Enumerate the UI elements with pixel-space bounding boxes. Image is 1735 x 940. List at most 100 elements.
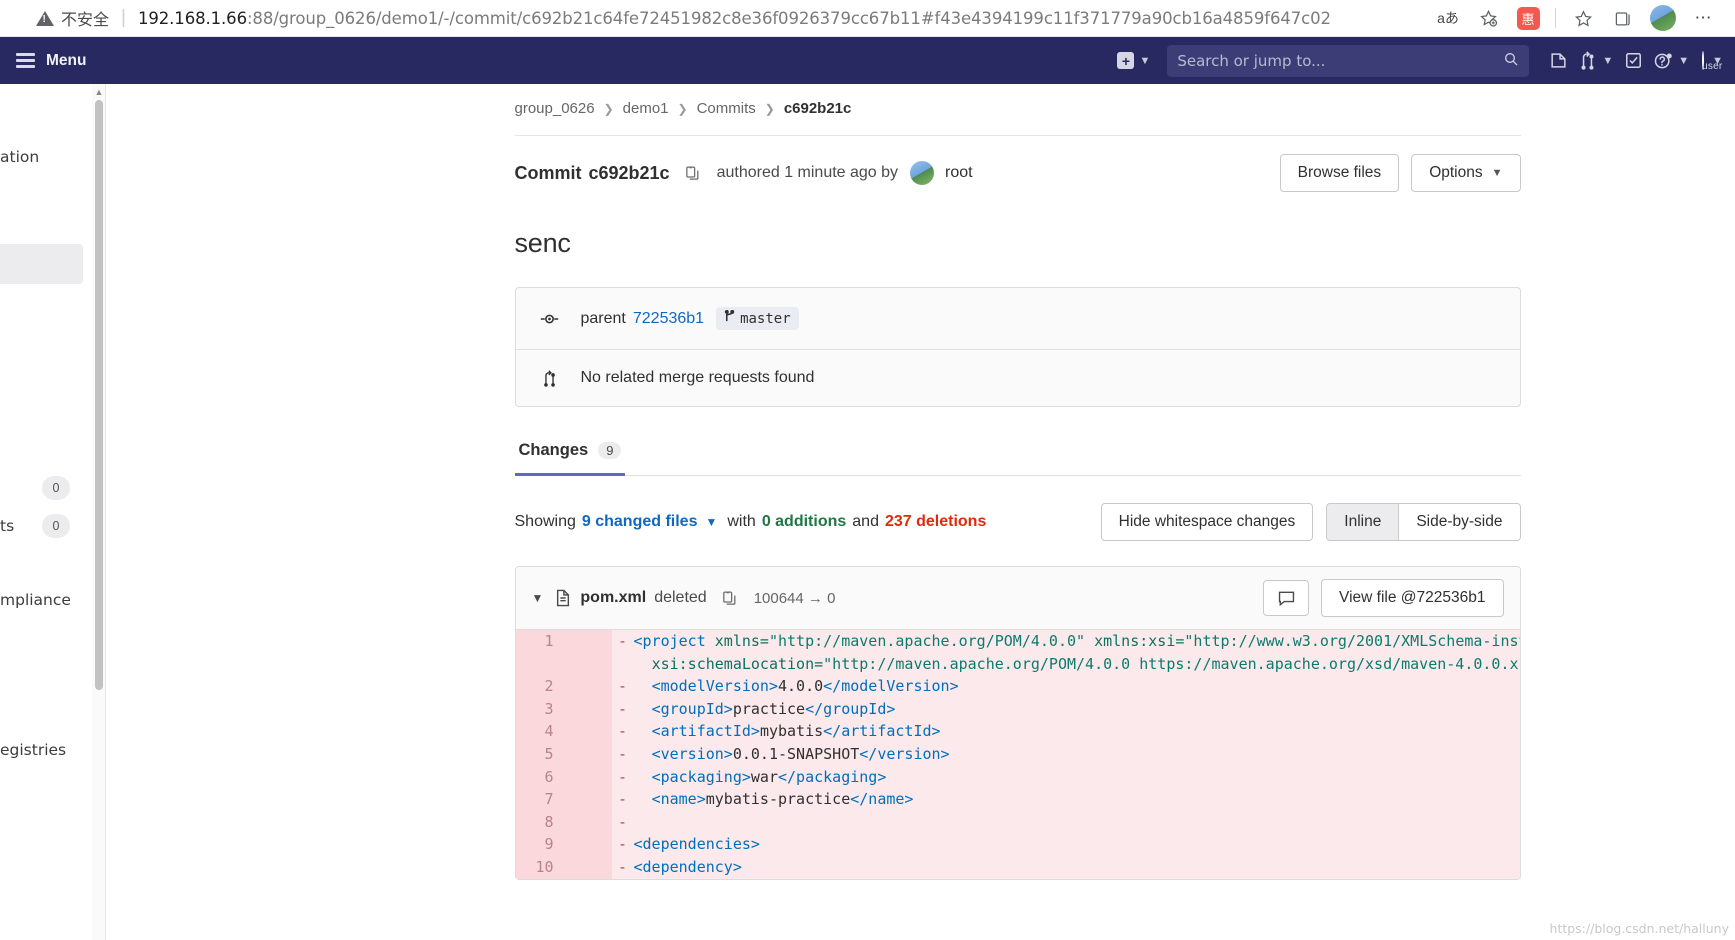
tab-changes[interactable]: Changes 9 [514,441,626,476]
file-name[interactable]: pom.xml [580,589,646,607]
address-bar[interactable]: 192.168.1.66:88/group_0626/demo1/-/commi… [138,9,1428,28]
line-code[interactable]: xsi:schemaLocation="http://maven.apache.… [634,653,1520,676]
line-number [515,652,568,676]
showing-label: Showing [514,513,576,530]
sidebar-active-item[interactable] [0,244,83,284]
line-code[interactable]: <groupId>practice</groupId> [634,698,1520,721]
commit-actions: Browse files Options ▼ [1279,154,1521,192]
scrollbar-thumb[interactable] [95,100,103,690]
author-avatar[interactable] [910,161,935,185]
create-new-button[interactable]: + ▼ [1112,45,1155,77]
line-sign: - [617,699,628,718]
breadcrumb-commits[interactable]: Commits [697,100,756,117]
hamburger-icon [16,53,35,68]
parent-sha-link[interactable]: 722536b1 [633,310,704,328]
line-number: 5 [515,742,568,766]
side-by-side-view-button[interactable]: Side-by-side [1398,503,1521,541]
line-code[interactable]: <dependencies> [634,833,1520,856]
extension-icon[interactable]: 惠 [1508,1,1548,35]
watermark: https://blog.csdn.net/halluny [1549,921,1729,936]
security-indicator[interactable]: 不安全 [8,6,109,30]
parent-row: parent 722536b1 master [516,288,1520,349]
url-path: :88/group_0626/demo1/-/commit/c692b21c64… [246,8,1331,28]
user-label: user [1702,60,1723,72]
sidebar-item-label[interactable]: ts [0,517,14,535]
view-file-button[interactable]: View file @722536b1 [1321,579,1504,617]
line-sign: - [617,744,628,763]
scroll-up-arrow-icon[interactable]: ▲ [92,84,106,100]
profile-avatar[interactable] [1643,1,1683,35]
options-button[interactable]: Options ▼ [1411,154,1521,192]
sidebar-item-label[interactable]: mpliance [0,591,71,609]
line-number: 3 [515,697,568,721]
line-code[interactable]: <dependency> [634,856,1520,879]
chevron-down-icon: ▼ [1491,167,1503,179]
line-sign: - [617,767,628,786]
favorites-icon[interactable] [1563,1,1603,35]
add-favorite-icon[interactable] [1468,1,1508,35]
line-sign: - [617,812,628,831]
line-code[interactable]: <version>0.0.1-SNAPSHOT</version> [634,743,1520,766]
branch-chip[interactable]: master [716,307,799,330]
sidebar-item-label[interactable]: ation [0,148,39,166]
line-code[interactable]: <modelVersion>4.0.0</modelVersion> [634,675,1520,698]
menu-label: Menu [46,51,87,69]
changed-files-dropdown[interactable]: 9 changed files [582,513,698,531]
plus-square-icon: + [1117,52,1135,69]
line-code[interactable] [634,811,1520,834]
line-number: 7 [515,788,568,811]
more-options-icon[interactable]: ⋯ [1683,1,1723,35]
browse-files-button[interactable]: Browse files [1279,154,1400,192]
commit-message: senc [514,228,571,258]
search-placeholder: Search or jump to... [1177,51,1326,70]
breadcrumb-current: c692b21c [783,100,852,117]
sidebar-scrollbar[interactable] [92,84,106,940]
issues-icon[interactable] [1543,45,1573,77]
sidebar-item-label[interactable]: egistries [0,741,66,759]
browser-toolbar: 不安全 | 192.168.1.66:88/group_0626/demo1/-… [0,0,1735,37]
line-sign: - [617,722,628,741]
main-menu-button[interactable]: Menu [12,52,94,70]
commit-header: Commit c692b21c authored 1 minute ago by… [515,136,1521,192]
diff-line: 3 - <groupId>practice</groupId> [515,697,1520,721]
merge-request-row: No related merge requests found [515,349,1520,406]
inline-view-button[interactable]: Inline [1326,503,1400,541]
file-diff-header: ▼ pom.xml deleted 100644 → 0 View file @… [515,567,1520,630]
line-code[interactable]: <packaging>war</packaging> [634,766,1520,789]
commit-info-card: parent 722536b1 master No related merge … [514,287,1521,407]
help-icon[interactable]: ▼ [1648,45,1694,77]
collections-icon[interactable] [1603,1,1643,35]
author-name[interactable]: root [945,164,973,182]
line-code[interactable]: <artifactId>mybatis</artifactId> [634,720,1520,743]
hide-whitespace-button[interactable]: Hide whitespace changes [1100,503,1314,541]
read-aloud-icon[interactable]: aあ [1428,1,1468,35]
line-number: 2 [515,675,568,698]
line-code[interactable]: <project xmlns="http://maven.apache.org/… [634,630,1520,653]
line-number: 10 [515,855,568,879]
copy-icon[interactable] [684,165,701,182]
breadcrumb-group[interactable]: group_0626 [515,100,595,117]
additions-count: 0 additions [761,513,847,530]
line-sign: - [617,857,628,876]
breadcrumb-project[interactable]: demo1 [623,100,669,117]
todos-icon[interactable] [1618,45,1648,77]
chevron-down-icon[interactable]: ▼ [532,591,544,605]
chevron-down-icon: ▼ [1678,54,1690,67]
file-actions: View file @722536b1 [1263,579,1504,617]
line-code[interactable]: <name>mybatis-practice</name> [634,788,1520,811]
url-divider: | [121,7,126,28]
diff-line: 1 - <project xmlns="http://maven.apache.or… [515,630,1520,653]
search-input[interactable]: Search or jump to... [1167,44,1530,77]
diff-line: xsi:schemaLocation="http://maven.apache.… [515,652,1520,676]
copy-path-icon[interactable] [721,590,738,607]
commit-sha: c692b21c [588,162,670,183]
chevron-down-icon[interactable]: ▼ [705,515,717,529]
tabs: Changes 9 [514,441,1521,476]
user-menu[interactable]: user ▼ [1702,50,1723,72]
deletions-count: 237 deletions [884,513,987,530]
comment-icon[interactable] [1263,580,1310,616]
diff-stats-bar: Showing 9 changed files ▼ with 0 additio… [515,476,1521,541]
search-icon [1503,51,1519,71]
diff-line: 2 - <modelVersion>4.0.0</modelVersion> [515,675,1520,698]
merge-requests-icon[interactable]: ▼ [1573,45,1618,77]
